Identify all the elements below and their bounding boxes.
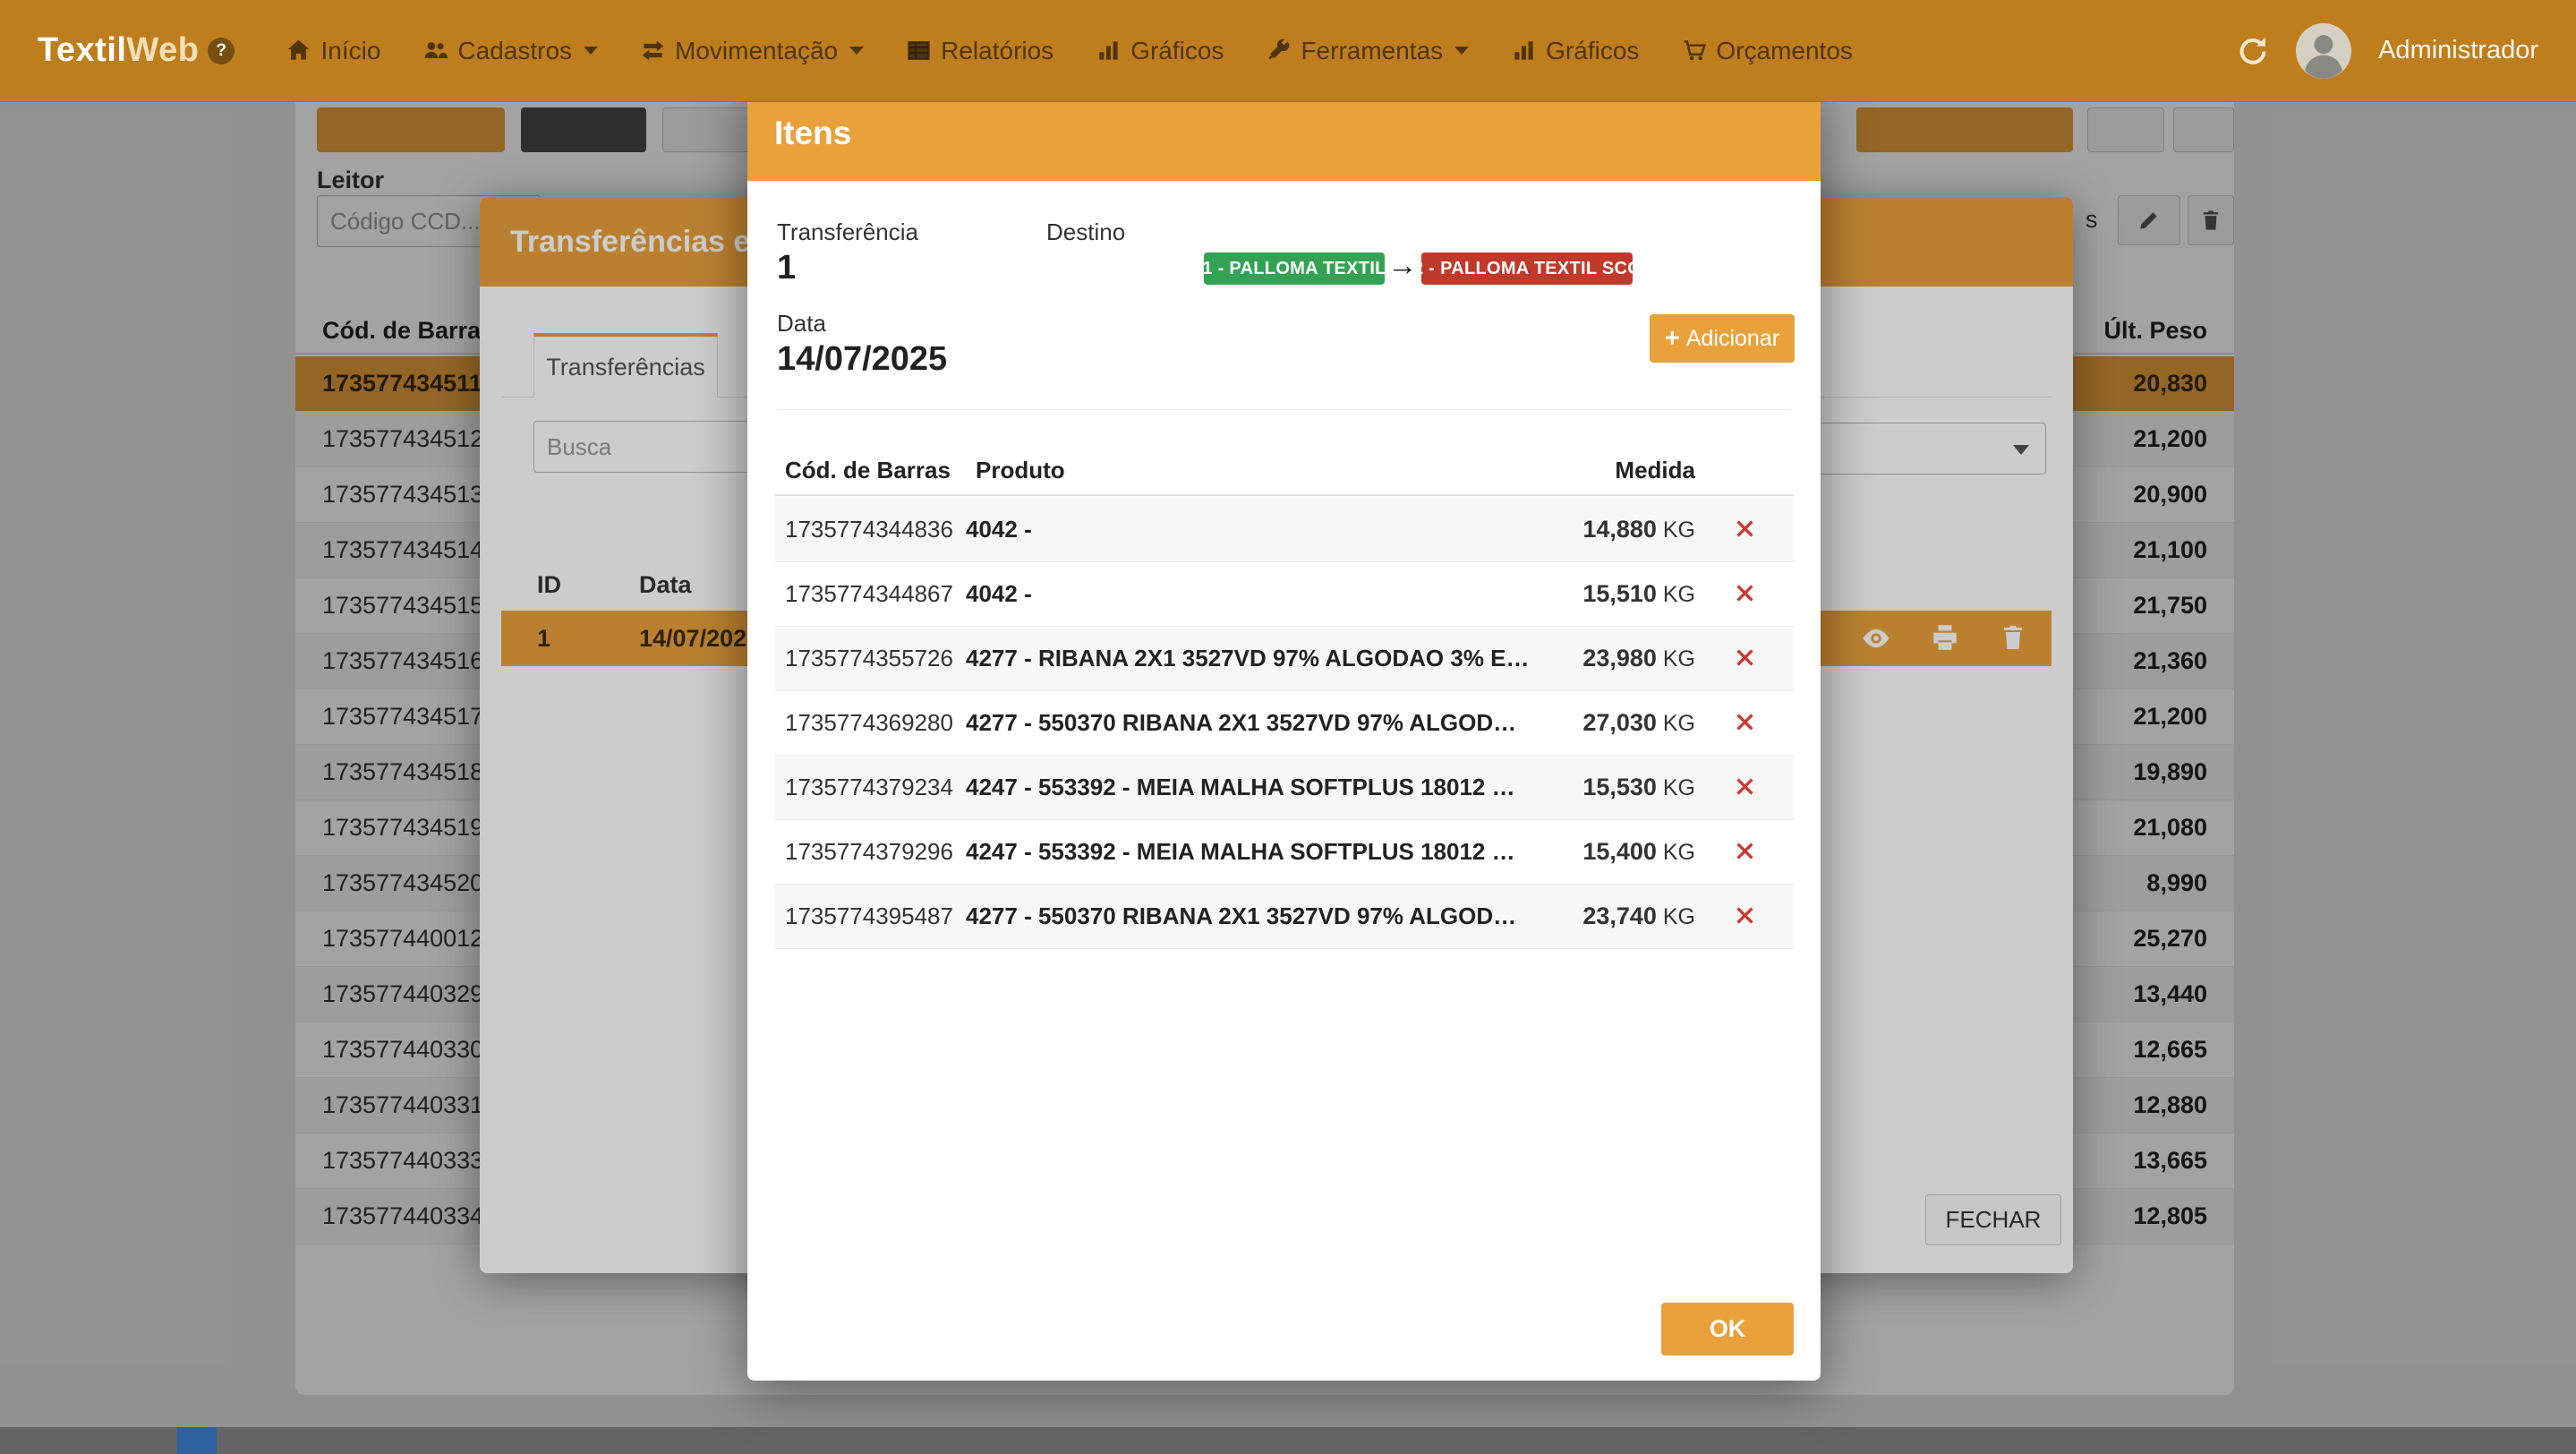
user-avatar[interactable] (2296, 23, 2351, 79)
nav-item-ferramentas[interactable]: Ferramentas (1245, 0, 1490, 102)
item-produto: 4277 - 550370 RIBANA 2X1 3527VD 97% ALGO… (966, 709, 1543, 737)
chevron-down-icon (1454, 47, 1469, 55)
item-row: 17357743792964247 - 553392 - MEIA MALHA … (775, 820, 1794, 885)
destino-badge: 2 - PALLOMA TEXTIL SCC (1421, 252, 1633, 285)
cart-icon (1682, 38, 1706, 63)
nav-item-movimentacao[interactable]: Movimentação (619, 0, 885, 102)
adicionar-button[interactable]: + Adicionar (1650, 314, 1795, 363)
itens-modal-title: Itens (774, 115, 851, 152)
adicionar-label: Adicionar (1686, 326, 1779, 352)
remove-item-button[interactable] (1695, 774, 1794, 801)
bar-chart-icon (1096, 38, 1121, 63)
item-barcode: 1735774379296 (775, 838, 966, 866)
item-row: 17357743692804277 - 550370 RIBANA 2X1 35… (775, 691, 1794, 756)
exchange-arrows-icon (641, 38, 665, 63)
item-medida: 23,980 KG (1543, 645, 1695, 672)
help-icon[interactable]: ? (208, 38, 235, 64)
nav-item-label: Gráficos (1130, 37, 1224, 65)
nav-item-inicio[interactable]: Início (265, 0, 402, 102)
col-barcode-header: Cód. de Barras (785, 457, 951, 484)
item-row: 17357743792344247 - 553392 - MEIA MALHA … (775, 756, 1794, 820)
item-medida: 15,530 KG (1543, 774, 1695, 801)
x-delete-icon (1733, 517, 1757, 543)
transferencia-value: 1 (777, 248, 796, 287)
table-icon (907, 38, 931, 63)
x-delete-icon (1733, 646, 1757, 672)
nav-item-label: Relatórios (941, 37, 1053, 65)
origem-badge: 1 - PALLOMA TEXTIL (1204, 252, 1385, 285)
brand-logo[interactable]: TextilWeb ? (38, 31, 235, 70)
app-root: TextilWeb ? Início Cadastros Movimentaçã… (0, 0, 2576, 1454)
refresh-button[interactable] (2237, 35, 2269, 67)
top-navbar: TextilWeb ? Início Cadastros Movimentaçã… (0, 0, 2576, 102)
ok-button[interactable]: OK (1661, 1303, 1794, 1356)
nav-menu: Início Cadastros Movimentação Relatórios… (265, 0, 1873, 102)
transferencia-label: Transferência (777, 218, 918, 246)
nav-item-relatorios[interactable]: Relatórios (885, 0, 1075, 102)
x-delete-icon (1733, 581, 1757, 608)
remove-item-button[interactable] (1695, 517, 1794, 543)
nav-item-graficos-2[interactable]: Gráficos (1490, 0, 1660, 102)
bar-chart-icon (1512, 38, 1536, 63)
brand-part1: Textil (38, 31, 126, 70)
item-produto: 4042 - (966, 580, 1543, 608)
item-medida: 27,030 KG (1543, 709, 1695, 737)
remove-item-button[interactable] (1695, 581, 1794, 608)
item-produto: 4247 - 553392 - MEIA MALHA SOFTPLUS 1801… (966, 774, 1543, 801)
item-barcode: 1735774369280 (775, 709, 966, 737)
plus-icon: + (1665, 326, 1680, 352)
nav-item-cadastros[interactable]: Cadastros (402, 0, 619, 102)
nav-item-graficos[interactable]: Gráficos (1075, 0, 1245, 102)
nav-item-label: Orçamentos (1716, 37, 1853, 65)
item-produto: 4277 - RIBANA 2X1 3527VD 97% ALGODAO 3% … (966, 645, 1543, 672)
nav-item-label: Início (320, 37, 380, 65)
x-delete-icon (1733, 903, 1757, 930)
nav-item-label: Ferramentas (1301, 37, 1443, 65)
user-name[interactable]: Administrador (2378, 36, 2538, 65)
item-barcode: 1735774344867 (775, 580, 966, 608)
item-row: 17357743954874277 - 550370 RIBANA 2X1 35… (775, 885, 1794, 949)
x-delete-icon (1733, 839, 1757, 866)
item-medida: 15,400 KG (1543, 838, 1695, 866)
col-produto-header: Produto (976, 457, 1065, 484)
remove-item-button[interactable] (1695, 710, 1794, 737)
item-medida: 15,510 KG (1543, 580, 1695, 608)
chevron-down-icon (849, 47, 864, 55)
destino-label: Destino (1046, 218, 1125, 246)
remove-item-button[interactable] (1695, 646, 1794, 672)
item-produto: 4247 - 553392 - MEIA MALHA SOFTPLUS 1801… (966, 838, 1543, 866)
nav-item-label: Movimentação (675, 37, 838, 65)
x-delete-icon (1733, 774, 1757, 801)
nav-item-label: Cadastros (457, 37, 572, 65)
item-medida: 14,880 KG (1543, 516, 1695, 543)
item-row: 17357743448364042 -14,880 KG (775, 498, 1794, 562)
x-delete-icon (1733, 710, 1757, 737)
data-label: Data (777, 309, 826, 338)
item-medida: 23,740 KG (1543, 902, 1695, 930)
data-value: 14/07/2025 (777, 339, 947, 379)
nav-item-label: Gráficos (1546, 37, 1639, 65)
item-barcode: 1735774395487 (775, 902, 966, 930)
wrench-icon (1267, 38, 1291, 63)
item-row: 17357743557264277 - RIBANA 2X1 3527VD 97… (775, 627, 1794, 691)
users-icon (423, 38, 448, 63)
item-row: 17357743448674042 -15,510 KG (775, 562, 1794, 627)
items-table-header: Cód. de Barras Produto Medida (775, 444, 1794, 496)
itens-rows: 17357743448364042 -14,880 KG173577434486… (775, 498, 1794, 949)
brand-part2: Web (126, 31, 199, 70)
home-icon (286, 38, 311, 63)
divider (777, 409, 1791, 410)
remove-item-button[interactable] (1695, 903, 1794, 930)
item-produto: 4042 - (966, 516, 1543, 543)
item-barcode: 1735774379234 (775, 774, 966, 801)
col-medida-header: Medida (1615, 457, 1695, 484)
item-barcode: 1735774344836 (775, 516, 966, 543)
item-barcode: 1735774355726 (775, 645, 966, 672)
itens-modal: Itens Transferência 1 Destino 1 - PALLOM… (747, 85, 1821, 1381)
chevron-down-icon (584, 47, 598, 55)
nav-item-orcamentos[interactable]: Orçamentos (1660, 0, 1874, 102)
nav-right: Administrador (2237, 23, 2538, 79)
remove-item-button[interactable] (1695, 839, 1794, 866)
item-produto: 4277 - 550370 RIBANA 2X1 3527VD 97% ALGO… (966, 902, 1543, 930)
